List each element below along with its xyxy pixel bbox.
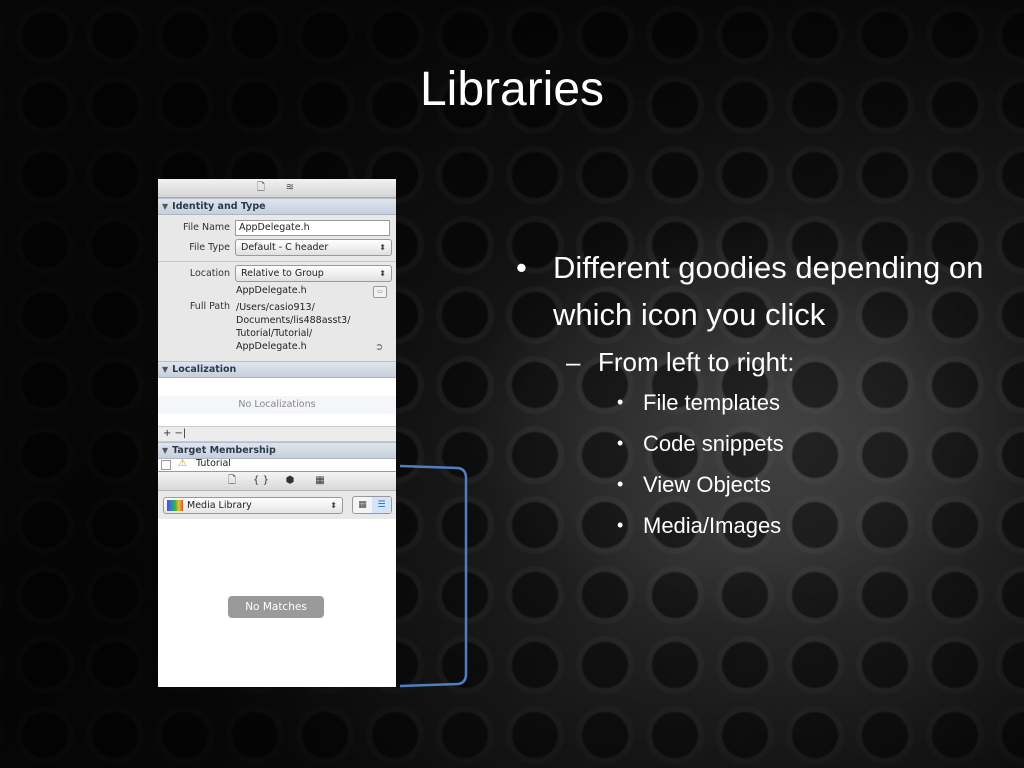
xcode-utilities-panel: 🗋 ≋ ▼ Identity and Type File Name AppDele… bbox=[158, 179, 396, 687]
popup-arrows-icon: ⬍ bbox=[379, 269, 386, 278]
location-row: Location Relative to Group ⬍ bbox=[158, 264, 396, 284]
quick-help-icon[interactable]: ≋ bbox=[281, 180, 299, 195]
full-path-value: /Users/casio913/ Documents/lis488asst3/ … bbox=[236, 302, 351, 352]
target-row: ⚠ Tutorial bbox=[158, 459, 396, 471]
popup-arrows-icon: ⬍ bbox=[379, 243, 386, 252]
no-localizations-text: No Localizations bbox=[158, 396, 396, 414]
library-popup[interactable]: Media Library ⬍ bbox=[163, 497, 343, 514]
target-membership-header[interactable]: ▼ Target Membership bbox=[158, 442, 396, 459]
inspector-tabbar: 🗋 ≋ bbox=[158, 179, 396, 198]
bullet-dot: • bbox=[516, 250, 527, 285]
disclosure-triangle-icon[interactable]: ▼ bbox=[162, 199, 168, 214]
divider bbox=[158, 261, 396, 262]
identity-section-header[interactable]: ▼ Identity and Type bbox=[158, 198, 396, 215]
app-target-icon: ⚠ bbox=[178, 459, 187, 469]
bullet-item-file-templates: • File templates bbox=[510, 382, 1010, 423]
code-snippet-library-icon[interactable]: { } bbox=[250, 473, 272, 488]
bullet-main: • Different goodies depending on which i… bbox=[510, 244, 1010, 338]
bullet-item-code-snippets: • Code snippets bbox=[510, 423, 1010, 464]
location-filename: AppDelegate.h bbox=[236, 285, 307, 296]
bullet-dot: • bbox=[617, 515, 624, 535]
file-template-library-icon[interactable]: 🗋 bbox=[221, 473, 243, 488]
no-matches-label: No Matches bbox=[228, 596, 324, 618]
reveal-in-finder-icon[interactable]: ➲ bbox=[375, 342, 383, 353]
localization-list: No Localizations bbox=[158, 378, 396, 427]
full-path-label: Full Path bbox=[189, 301, 230, 312]
path-block: AppDelegate.h ▭ Full Path /Users/casio91… bbox=[158, 284, 396, 361]
target-name: Tutorial bbox=[196, 459, 231, 469]
bullet-list: • Different goodies depending on which i… bbox=[510, 244, 1010, 546]
slide-title: Libraries bbox=[419, 63, 605, 116]
library-toolbar: Media Library ⬍ ▦ ☰ bbox=[158, 491, 396, 520]
add-remove-localization-bar[interactable]: + −| bbox=[158, 427, 396, 442]
disclosure-triangle-icon[interactable]: ▼ bbox=[162, 362, 168, 377]
media-library-swatch-icon bbox=[167, 500, 183, 511]
bullet-sub: – From left to right: bbox=[510, 344, 1010, 380]
view-mode-segmented[interactable]: ▦ ☰ bbox=[352, 496, 392, 514]
library-tabbar: 🗋 { } ⬢ ▦ bbox=[158, 471, 396, 491]
file-name-field[interactable]: AppDelegate.h bbox=[235, 220, 390, 236]
file-type-popup[interactable]: Default - C header ⬍ bbox=[235, 239, 392, 256]
list-view-icon[interactable]: ☰ bbox=[372, 497, 391, 513]
bullet-dash: – bbox=[566, 347, 581, 377]
choose-file-icon[interactable]: ▭ bbox=[373, 286, 387, 298]
file-type-label: File Type bbox=[189, 242, 230, 253]
disclosure-triangle-icon[interactable]: ▼ bbox=[162, 443, 168, 458]
target-checkbox[interactable] bbox=[161, 460, 171, 470]
library-callout-bracket bbox=[399, 464, 468, 688]
bullet-dot: • bbox=[617, 392, 624, 412]
location-popup[interactable]: Relative to Group ⬍ bbox=[235, 265, 392, 282]
bullet-item-view-objects: • View Objects bbox=[510, 464, 1010, 505]
bullet-dot: • bbox=[617, 474, 624, 494]
bullet-dot: • bbox=[617, 433, 624, 453]
bullet-item-media-images: • Media/Images bbox=[510, 505, 1010, 546]
popup-arrows-icon: ⬍ bbox=[330, 501, 337, 510]
grid-view-icon[interactable]: ▦ bbox=[353, 497, 373, 513]
file-name-label: File Name bbox=[183, 222, 230, 233]
media-library-icon[interactable]: ▦ bbox=[309, 473, 331, 488]
file-type-row: File Type Default - C header ⬍ bbox=[158, 238, 396, 258]
object-library-icon[interactable]: ⬢ bbox=[279, 473, 301, 488]
localization-section-header[interactable]: ▼ Localization bbox=[158, 361, 396, 378]
file-name-row: File Name AppDelegate.h bbox=[158, 218, 396, 238]
file-inspector-icon[interactable]: 🗋 bbox=[252, 180, 270, 195]
location-label: Location bbox=[189, 268, 230, 279]
